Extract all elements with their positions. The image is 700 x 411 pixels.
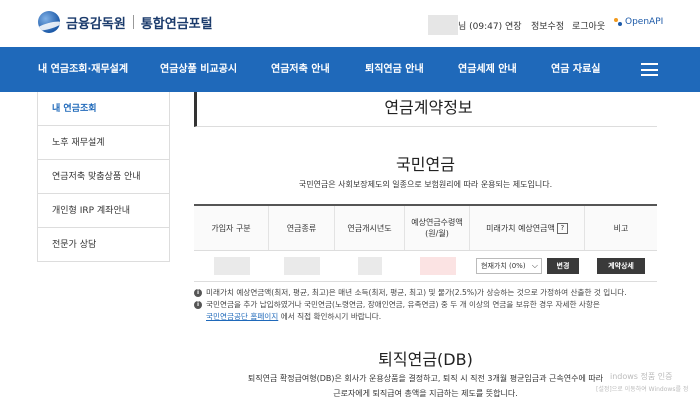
col-future-value: 미래가치 예상연금액 ?	[470, 206, 585, 250]
openapi-link[interactable]: OpenAPI	[614, 17, 663, 27]
portal-name: 통합연금포털	[140, 16, 213, 32]
fss-emblem-icon	[38, 11, 60, 33]
user-session-time: 님 (09:47)	[458, 22, 503, 32]
windows-activation-hint: [설정]으로 이동하여 Windows를 정	[596, 386, 689, 393]
windows-activation-watermark: indows 정품 인증	[610, 372, 673, 381]
national-pension-notes: i 미래가치 예상연금액(최저, 평균, 최고)은 매년 소득(최저, 평균, …	[194, 287, 664, 323]
nav-retirement-pension[interactable]: 퇴직연금 안내	[365, 47, 424, 92]
retirement-pension-title: 퇴직연금(DB)	[378, 350, 473, 369]
retirement-pension-desc-2: 근로자에게 퇴직급여 총액을 지급하는 제도를 뜻합니다.	[333, 389, 518, 398]
table-header-row: 가입자 구분 연금종류 연금개시년도 예상연금수령액 (원/월) 미래가치 예상…	[194, 206, 657, 251]
masked-start-year	[358, 257, 382, 275]
sidebar-item-consulting[interactable]: 전문가 상담	[37, 228, 170, 262]
sidebar-item-my-pension[interactable]: 내 연금조회	[37, 92, 170, 126]
masked-subscriber-type	[213, 257, 250, 275]
future-value-label: 미래가치 예상연금액	[486, 223, 555, 233]
page-title: 연금계약정보	[384, 98, 473, 117]
sidebar-item-savings-product[interactable]: 연금저축 맞춤상품 안내	[37, 160, 170, 194]
info-icon: i	[194, 289, 202, 297]
note-item: 국민연금공단 홈페이지 에서 직접 확인하시기 바랍니다.	[194, 311, 664, 323]
logo-divider	[132, 15, 134, 29]
col-start-year: 연금개시년도	[335, 206, 405, 250]
sidebar-item-financial-plan[interactable]: 노후 재무설계	[37, 126, 170, 160]
side-nav: 내 연금조회 노후 재무설계 연금저축 맞춤상품 안내 개인형 IRP 계좌안내…	[37, 92, 170, 262]
chevron-down-icon: ⌵	[531, 261, 538, 270]
select-value: 현재가치 (0%)	[481, 262, 526, 270]
openapi-label: OpenAPI	[625, 17, 664, 27]
sidebar-item-irp[interactable]: 개인형 IRP 계좌안내	[37, 194, 170, 228]
col-remarks: 비고	[613, 223, 629, 233]
nav-pension-tax[interactable]: 연금세제 안내	[458, 47, 517, 92]
note-text: 미래가치 예상연금액(최저, 평균, 최고)은 매년 소득(최저, 평균, 최고…	[206, 288, 627, 297]
national-pension-table: 가입자 구분 연금종류 연금개시년도 예상연금수령액 (원/월) 미래가치 예상…	[194, 204, 657, 282]
masked-expected-amount	[419, 257, 456, 275]
note-item: i 국민연금을 추가 납입하였거나 국민연금(노령연금, 장애인연금, 유족연금…	[194, 299, 664, 311]
extend-session-link[interactable]: 연장	[505, 19, 522, 32]
nav-pension-savings[interactable]: 연금저축 안내	[271, 47, 330, 92]
site-logo[interactable]: 금융감독원 통합연금포털	[38, 11, 213, 33]
edit-info-link[interactable]: 정보수정	[531, 19, 564, 32]
nav-my-pension[interactable]: 내 연금조회·재무설계	[38, 47, 128, 92]
help-icon[interactable]: ?	[556, 222, 568, 234]
masked-pension-type	[284, 257, 320, 275]
national-pension-title: 국민연금	[396, 155, 455, 174]
nps-homepage-link[interactable]: 국민연금공단 홈페이지	[206, 312, 278, 321]
menu-hamburger-icon[interactable]	[641, 63, 658, 76]
nav-resources[interactable]: 연금 자료실	[551, 47, 600, 92]
openapi-icon	[614, 18, 622, 26]
top-header: 금융감독원 통합연금포털 님 (09:47) 연장 정보수정 로그아웃 Open…	[0, 0, 700, 47]
col-pension-type: 연금종류	[269, 206, 335, 250]
note-text: 에서 직접 확인하시기 바랍니다.	[280, 312, 382, 321]
national-pension-desc: 국민연금은 사회보장제도의 일종으로 보험원리에 따라 운용되는 제도입니다.	[298, 180, 553, 189]
retirement-pension-desc-1: 퇴직연금 확정급여형(DB)은 회사가 운용상품을 결정하고, 퇴직 시 직전 …	[247, 374, 604, 383]
change-button[interactable]: 변경	[547, 258, 579, 274]
nav-product-compare[interactable]: 연금상품 비교공시	[160, 47, 237, 92]
user-name-masked	[428, 15, 458, 35]
note-text: 국민연금을 추가 납입하였거나 국민연금(노령연금, 장애인연금, 유족연금) …	[206, 300, 600, 309]
org-name: 금융감독원	[66, 16, 126, 32]
page-title-box: 연금계약정보	[194, 92, 657, 127]
table-row: 현재가치 (0%) ⌵ 변경 계약상세	[194, 251, 657, 282]
note-item: i 미래가치 예상연금액(최저, 평균, 최고)은 매년 소득(최저, 평균, …	[194, 287, 664, 299]
col-expected-amount: 예상연금수령액 (원/월)	[405, 206, 470, 250]
main-nav: 내 연금조회·재무설계 연금상품 비교공시 연금저축 안내 퇴직연금 안내 연금…	[0, 47, 700, 92]
value-basis-select[interactable]: 현재가치 (0%) ⌵	[476, 258, 542, 274]
info-icon: i	[194, 301, 202, 309]
contract-detail-button[interactable]: 계약상세	[597, 258, 645, 274]
col-subscriber-type: 가입자 구분	[194, 206, 269, 250]
logout-link[interactable]: 로그아웃	[572, 19, 605, 32]
